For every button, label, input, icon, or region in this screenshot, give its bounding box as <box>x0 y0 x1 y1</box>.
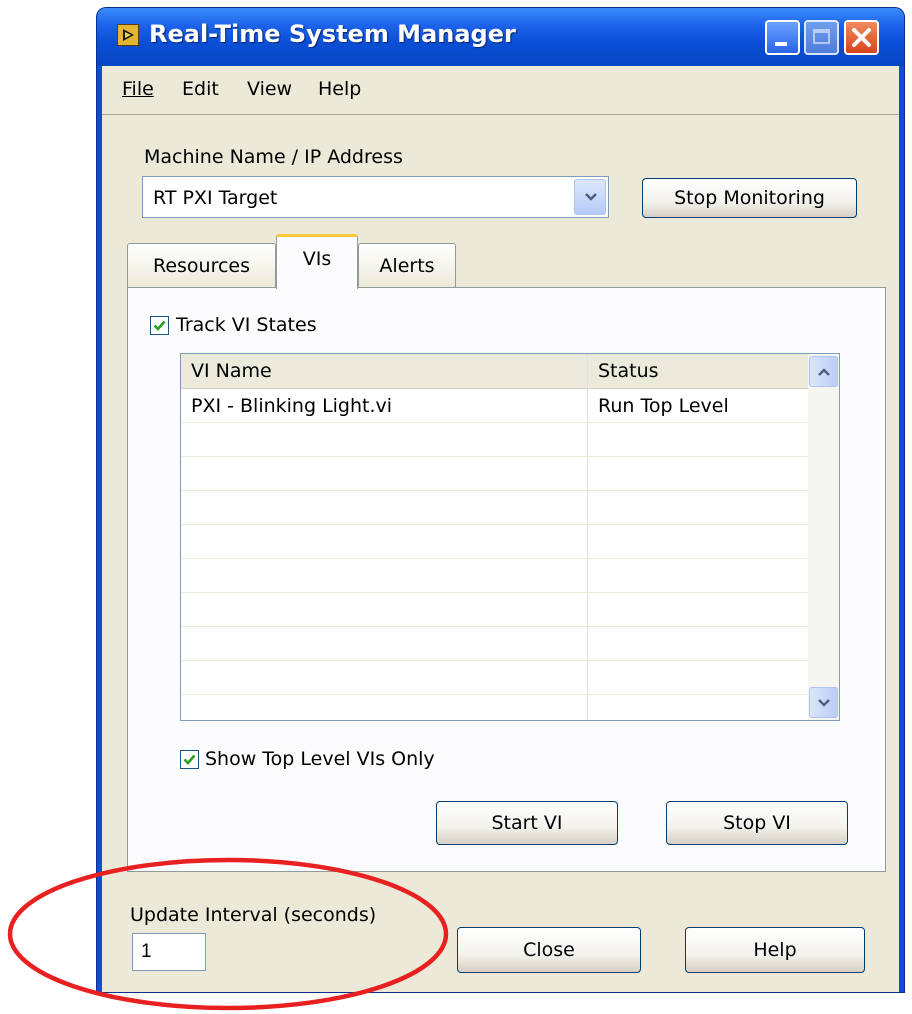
column-divider <box>587 354 588 720</box>
title-bar[interactable]: Real-Time System Manager <box>97 8 904 66</box>
app-window: Real-Time System Manager File Edit View … <box>97 8 904 992</box>
stop-vi-button[interactable]: Stop VI <box>666 801 848 845</box>
row-divider <box>181 592 808 593</box>
menu-view[interactable]: View <box>247 78 292 100</box>
maximize-button[interactable] <box>804 20 839 55</box>
dialog-client: File Edit View Help Machine Name / IP Ad… <box>102 66 899 992</box>
update-interval-input[interactable] <box>132 933 206 971</box>
close-button[interactable]: Close <box>457 927 641 973</box>
vis-tab-panel: Track VI States VI Name Status PXI - Bli… <box>127 287 886 872</box>
vi-row-status[interactable]: Run Top Level <box>598 395 729 417</box>
menu-divider <box>102 114 899 115</box>
labview-app-icon <box>117 24 139 46</box>
row-divider <box>181 660 808 661</box>
vi-list-scrollbar[interactable] <box>808 354 839 720</box>
menu-view-label: View <box>247 78 293 100</box>
track-vi-states-checkbox[interactable] <box>150 316 169 335</box>
tab-alerts[interactable]: Alerts <box>358 243 456 288</box>
start-vi-button[interactable]: Start VI <box>436 801 618 845</box>
menu-help-label: Help <box>318 78 362 100</box>
minimize-button[interactable] <box>765 20 800 55</box>
scroll-up-button[interactable] <box>809 356 838 387</box>
combobox-dropdown-button[interactable] <box>574 179 606 215</box>
machine-name-label: Machine Name / IP Address <box>144 146 403 168</box>
vi-list[interactable]: VI Name Status PXI - Blinking Light.vi R… <box>180 353 840 721</box>
chevron-up-icon <box>818 368 830 376</box>
show-top-level-label: Show Top Level VIs Only <box>205 748 435 770</box>
menu-help[interactable]: Help <box>318 78 361 100</box>
row-divider <box>181 490 808 491</box>
menu-file[interactable]: File <box>122 78 154 100</box>
checkmark-icon <box>183 754 196 765</box>
menu-edit[interactable]: Edit <box>182 78 219 100</box>
close-window-button[interactable] <box>844 20 879 55</box>
row-divider <box>181 626 808 627</box>
tab-resources[interactable]: Resources <box>127 243 276 288</box>
row-divider <box>181 558 808 559</box>
machine-name-combobox[interactable]: RT PXI Target <box>142 176 609 218</box>
menu-edit-label: Edit <box>182 78 219 100</box>
machine-name-value: RT PXI Target <box>153 187 278 209</box>
help-button[interactable]: Help <box>685 927 865 973</box>
menu-file-label: File <box>122 78 154 100</box>
show-top-level-checkbox[interactable] <box>180 750 199 769</box>
vi-row-name[interactable]: PXI - Blinking Light.vi <box>191 395 392 417</box>
close-icon <box>852 28 871 47</box>
minimize-icon <box>775 42 787 46</box>
column-header-vi-name[interactable]: VI Name <box>191 360 272 382</box>
track-vi-states-label: Track VI States <box>176 314 317 336</box>
window-title: Real-Time System Manager <box>149 20 516 48</box>
checkmark-icon <box>153 320 166 331</box>
tab-vis[interactable]: VIs <box>276 234 358 289</box>
chevron-down-icon <box>585 193 597 201</box>
vi-list-header: VI Name Status <box>181 354 808 389</box>
maximize-icon <box>813 29 830 44</box>
chevron-down-icon <box>818 699 830 707</box>
column-header-status[interactable]: Status <box>598 360 659 382</box>
stop-monitoring-button[interactable]: Stop Monitoring <box>642 178 857 218</box>
row-divider <box>181 524 808 525</box>
row-divider <box>181 422 808 423</box>
row-divider <box>181 694 808 695</box>
update-interval-label: Update Interval (seconds) <box>130 904 377 926</box>
row-divider <box>181 456 808 457</box>
scroll-down-button[interactable] <box>809 687 838 718</box>
menu-bar: File Edit View Help <box>102 66 899 114</box>
